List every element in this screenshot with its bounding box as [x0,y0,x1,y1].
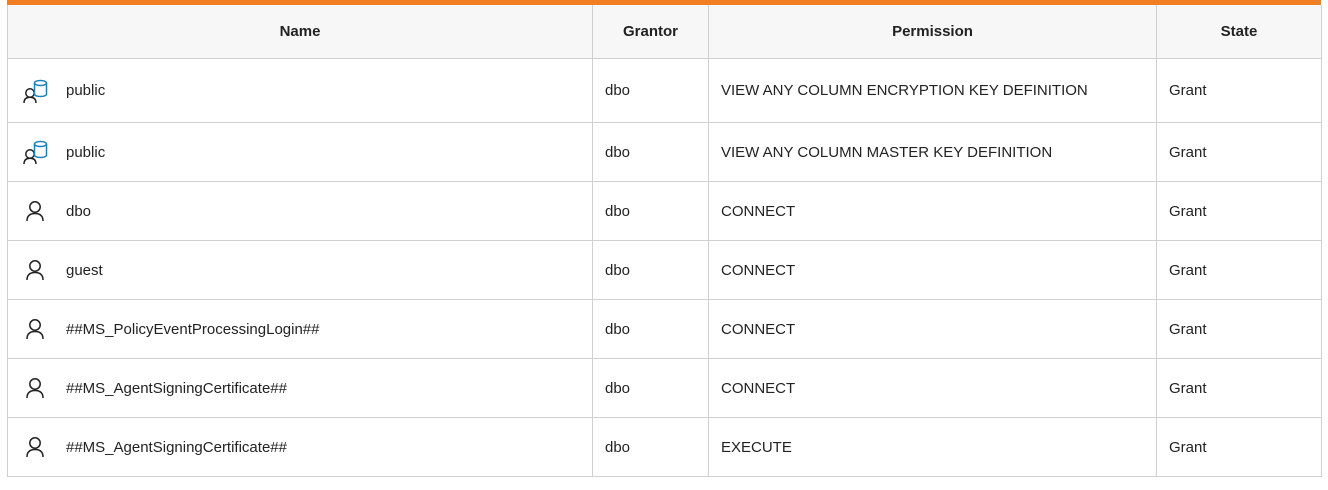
principal-name: dbo [66,202,92,220]
grantor-cell: dbo [592,122,709,182]
permission-cell: VIEW ANY COLUMN MASTER KEY DEFINITION [708,122,1157,182]
grantor-cell: dbo [592,58,709,123]
grantor-cell: dbo [592,299,709,359]
name-cell: dbo [7,181,593,241]
state-cell: Grant [1156,58,1322,123]
column-header-permission[interactable]: Permission [708,5,1157,59]
user-icon [23,198,49,224]
state-cell: Grant [1156,417,1322,477]
principal-name: public [66,82,106,99]
user-icon [23,316,49,342]
table-row[interactable]: public dbo VIEW ANY COLUMN MASTER KEY DEFI… [7,122,1322,182]
grantor-cell: dbo [592,240,709,300]
principal-name: public [66,143,106,161]
table-row[interactable]: ##MS_PolicyEventProcessingLogin## dbo CONN… [7,299,1322,359]
permission-text: EXECUTE [721,438,792,456]
table-header-row: Name Grantor Permission State [7,5,1322,59]
table-row[interactable]: ##MS_AgentSigningCertificate## dbo CONNECT… [7,358,1322,418]
state-cell: Grant [1156,299,1322,359]
permissions-table: Name Grantor Permission State public dbo V… [7,5,1322,477]
principal-name: ##MS_AgentSigningCertificate## [66,379,287,397]
name-cell: public [7,58,593,123]
permission-text: CONNECT [721,379,796,397]
principal-name: ##MS_PolicyEventProcessingLogin## [66,320,320,338]
name-cell: guest [7,240,593,300]
permissions-panel: Name Grantor Permission State public dbo V… [7,0,1322,477]
table-row[interactable]: dbo dbo CONNECT Grant [7,181,1322,241]
permission-text: VIEW ANY COLUMN MASTER KEY DEFINITION [721,143,1053,161]
grantor-cell: dbo [592,417,709,477]
user-icon [23,375,49,401]
column-header-grantor[interactable]: Grantor [592,5,709,59]
name-cell: public [7,122,593,182]
permission-cell: EXECUTE [708,417,1157,477]
table-row[interactable]: guest dbo CONNECT Grant [7,240,1322,300]
permission-cell: CONNECT [708,240,1157,300]
user-icon [23,434,49,460]
column-header-name[interactable]: Name [7,5,593,59]
permission-text: CONNECT [721,202,796,220]
user-icon [23,257,49,283]
table-row[interactable]: public dbo VIEW ANY COLUMN ENCRYPTION KEY … [7,58,1322,123]
database-role-icon [23,78,49,104]
grantor-cell: dbo [592,358,709,418]
permission-cell: CONNECT [708,181,1157,241]
permission-cell: CONNECT [708,358,1157,418]
table-row[interactable]: ##MS_AgentSigningCertificate## dbo EXECUTE… [7,417,1322,477]
permission-text: VIEW ANY COLUMN ENCRYPTION KEY DEFINITIO… [721,82,1088,99]
name-cell: ##MS_PolicyEventProcessingLogin## [7,299,593,359]
permission-cell: CONNECT [708,299,1157,359]
state-cell: Grant [1156,181,1322,241]
name-cell: ##MS_AgentSigningCertificate## [7,417,593,477]
grantor-cell: dbo [592,181,709,241]
column-header-state[interactable]: State [1156,5,1322,59]
state-cell: Grant [1156,240,1322,300]
state-cell: Grant [1156,358,1322,418]
principal-name: ##MS_AgentSigningCertificate## [66,438,287,456]
permission-text: CONNECT [721,261,796,279]
database-role-icon [23,139,49,165]
permission-text: CONNECT [721,320,796,338]
permission-cell: VIEW ANY COLUMN ENCRYPTION KEY DEFINITIO… [708,58,1157,123]
name-cell: ##MS_AgentSigningCertificate## [7,358,593,418]
principal-name: guest [66,261,103,279]
state-cell: Grant [1156,122,1322,182]
